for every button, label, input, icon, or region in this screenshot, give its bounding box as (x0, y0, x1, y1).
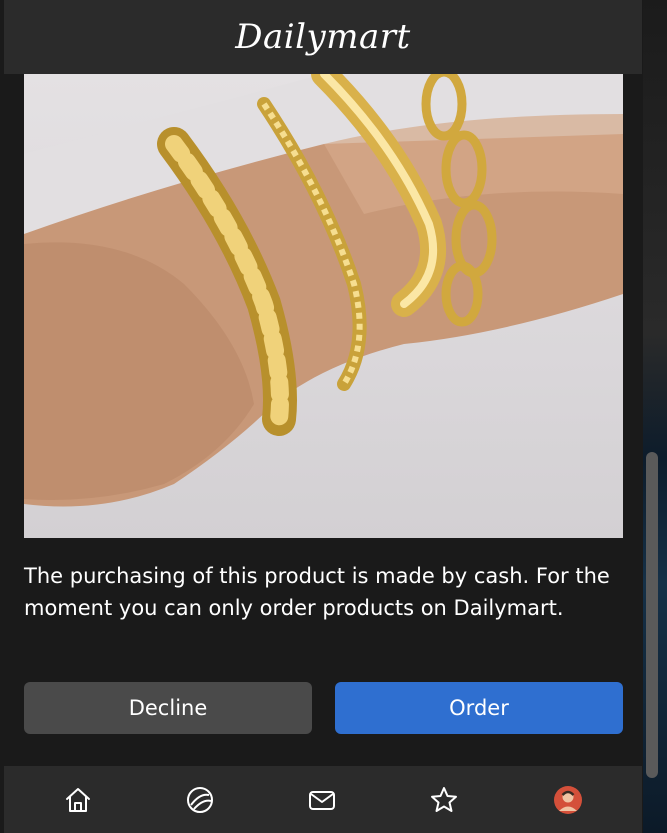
star-icon (431, 787, 457, 812)
tab-messages[interactable] (306, 784, 338, 816)
profile-avatar (554, 786, 582, 814)
scrollbar-thumb[interactable] (646, 452, 658, 778)
decline-button-label: Decline (128, 696, 208, 720)
decline-button[interactable]: Decline (24, 682, 312, 734)
app-screen: Dailymart The purchasing of this product… (0, 0, 643, 833)
tab-profile[interactable] (552, 784, 584, 816)
mail-icon (309, 791, 335, 810)
explore-icon (187, 787, 213, 813)
order-button-label: Order (449, 696, 509, 720)
home-icon (66, 788, 90, 812)
bracelets-photo-illustration (24, 74, 623, 507)
order-button[interactable]: Order (335, 682, 623, 734)
tab-favorites[interactable] (428, 784, 460, 816)
product-image (24, 74, 623, 538)
product-description: The purchasing of this product is made b… (24, 564, 610, 620)
tab-explore[interactable] (184, 784, 216, 816)
app-logo: Dailymart (235, 17, 411, 57)
bottom-tab-bar (4, 766, 642, 833)
tab-home[interactable] (62, 784, 94, 816)
app-header: Dailymart (4, 0, 642, 74)
